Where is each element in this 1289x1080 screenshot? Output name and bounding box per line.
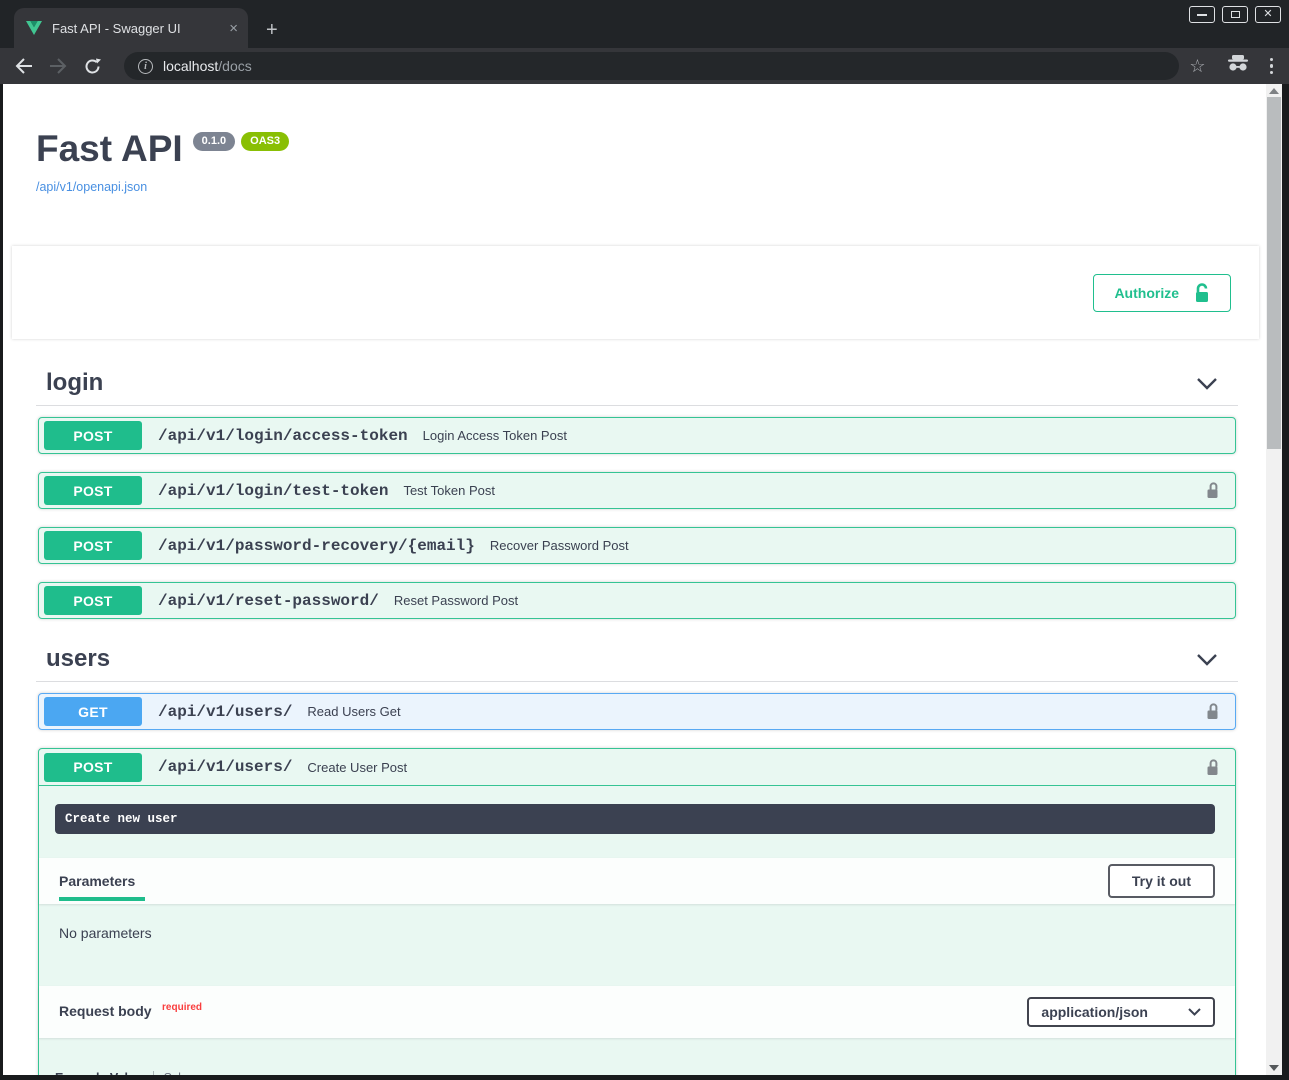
page-title: Fast API [36, 128, 183, 170]
endpoint-summary: Recover Password Post [490, 538, 629, 553]
endpoint-path: /api/v1/login/test-token [158, 482, 388, 500]
browser-titlebar: Fast API - Swagger UI × + ✕ [0, 0, 1289, 48]
auth-lock-icon[interactable] [1206, 703, 1219, 720]
new-tab-button[interactable]: + [266, 20, 278, 40]
tag-users-toggle[interactable]: users [36, 637, 1238, 682]
incognito-icon [1226, 55, 1250, 77]
tag-section-login: login POST /api/v1/login/access-token Lo… [36, 361, 1238, 619]
toolbar-right: ☆ [1189, 55, 1273, 77]
endpoint-path: /api/v1/users/ [158, 703, 292, 721]
required-label: required [162, 1002, 202, 1013]
oas3-badge: OAS3 [241, 132, 289, 151]
tab-schema[interactable]: Schema [164, 1071, 210, 1075]
tag-name: login [46, 369, 103, 397]
reload-icon[interactable] [80, 54, 104, 78]
scrollbar-thumb[interactable] [1267, 97, 1281, 449]
unlocked-padlock-icon [1193, 283, 1210, 303]
operation-body: Create new user Parameters Try it out No… [39, 804, 1235, 1075]
window-controls: ✕ [1189, 6, 1281, 23]
tag-name: users [46, 645, 110, 673]
chevron-down-icon [1188, 1008, 1201, 1016]
method-badge: GET [44, 697, 142, 726]
version-badge: 0.1.0 [193, 132, 235, 151]
endpoint-summary: Reset Password Post [394, 593, 518, 608]
endpoint-path: /api/v1/users/ [158, 758, 292, 776]
endpoint-summary: Create User Post [307, 760, 407, 775]
page-scrollbar[interactable] [1266, 84, 1282, 1075]
scroll-down-arrow-icon[interactable] [1269, 1065, 1279, 1071]
url-host: localhost [163, 58, 218, 74]
endpoint-path: /api/v1/reset-password/ [158, 592, 379, 610]
endpoint-row-login-test-token[interactable]: POST /api/v1/login/test-token Test Token… [38, 472, 1236, 509]
browser-toolbar: i localhost /docs ☆ [0, 48, 1289, 84]
no-parameters-text: No parameters [39, 904, 1235, 962]
endpoint-row-login-access-token[interactable]: POST /api/v1/login/access-token Login Ac… [38, 417, 1236, 454]
openapi-spec-link[interactable]: /api/v1/openapi.json [36, 180, 147, 194]
close-button[interactable]: ✕ [1255, 6, 1281, 23]
operation-description: Create new user [55, 804, 1215, 834]
method-badge: POST [44, 531, 142, 560]
method-badge: POST [44, 586, 142, 615]
page-viewport: Fast API 0.1.0 OAS3 /api/v1/openapi.json… [0, 84, 1289, 1080]
bookmark-star-icon[interactable]: ☆ [1189, 56, 1205, 77]
authorize-label: Authorize [1114, 285, 1179, 301]
chevron-down-icon[interactable] [1196, 377, 1218, 390]
browser-tab[interactable]: Fast API - Swagger UI × [14, 8, 248, 48]
media-type-select[interactable]: application/json [1027, 997, 1215, 1027]
scheme-container: Authorize [12, 246, 1259, 339]
tab-close-icon[interactable]: × [229, 20, 238, 37]
method-badge: POST [44, 476, 142, 505]
minimize-button[interactable] [1189, 6, 1215, 23]
authorize-button[interactable]: Authorize [1093, 274, 1231, 312]
endpoint-path: /api/v1/password-recovery/{email} [158, 537, 475, 555]
request-body-label: Request body [59, 1003, 152, 1019]
example-area: Example Value Schema { [39, 1038, 1235, 1075]
back-icon[interactable] [12, 54, 36, 78]
auth-lock-icon[interactable] [1206, 482, 1219, 499]
endpoint-summary: Read Users Get [307, 704, 400, 719]
parameters-tab[interactable]: Parameters [59, 873, 135, 889]
browser-menu-icon[interactable] [1270, 58, 1274, 75]
endpoint-path: /api/v1/login/access-token [158, 427, 408, 445]
endpoint-row-create-user[interactable]: POST /api/v1/users/ Create User Post [39, 749, 1235, 786]
fastapi-favicon-icon [26, 21, 42, 35]
endpoint-row-password-recovery[interactable]: POST /api/v1/password-recovery/{email} R… [38, 527, 1236, 564]
endpoint-create-user-expanded: POST /api/v1/users/ Create User Post [38, 748, 1236, 1075]
address-bar[interactable]: i localhost /docs [124, 52, 1179, 80]
tab-separator [153, 1071, 154, 1075]
parameters-header: Parameters Try it out [39, 858, 1235, 904]
method-badge: POST [44, 753, 142, 782]
swagger-page: Fast API 0.1.0 OAS3 /api/v1/openapi.json… [3, 84, 1266, 1075]
endpoint-row-read-users[interactable]: GET /api/v1/users/ Read Users Get [38, 693, 1236, 730]
method-badge: POST [44, 421, 142, 450]
parameters-tab-underline [59, 897, 145, 901]
maximize-button[interactable] [1222, 6, 1248, 23]
request-body-header: Request body required application/json [39, 986, 1235, 1038]
scroll-up-arrow-icon[interactable] [1269, 88, 1279, 94]
chevron-down-icon[interactable] [1196, 653, 1218, 666]
tab-example-value[interactable]: Example Value [55, 1071, 143, 1075]
tab-title: Fast API - Swagger UI [52, 21, 221, 36]
url-path: /docs [218, 58, 251, 74]
tag-login-toggle[interactable]: login [36, 361, 1238, 406]
try-it-out-button[interactable]: Try it out [1108, 864, 1215, 898]
browser-window: Fast API - Swagger UI × + ✕ i localhost … [0, 0, 1289, 1080]
forward-icon[interactable] [46, 54, 70, 78]
endpoint-summary: Test Token Post [403, 483, 495, 498]
media-type-value: application/json [1041, 1004, 1148, 1020]
endpoint-summary: Login Access Token Post [423, 428, 567, 443]
endpoint-row-reset-password[interactable]: POST /api/v1/reset-password/ Reset Passw… [38, 582, 1236, 619]
tag-section-users: users GET /api/v1/users/ Read Users Get [36, 637, 1238, 1075]
api-info: Fast API 0.1.0 OAS3 /api/v1/openapi.json [36, 84, 1238, 196]
auth-lock-icon[interactable] [1206, 759, 1219, 776]
page-info-icon[interactable]: i [138, 59, 153, 74]
